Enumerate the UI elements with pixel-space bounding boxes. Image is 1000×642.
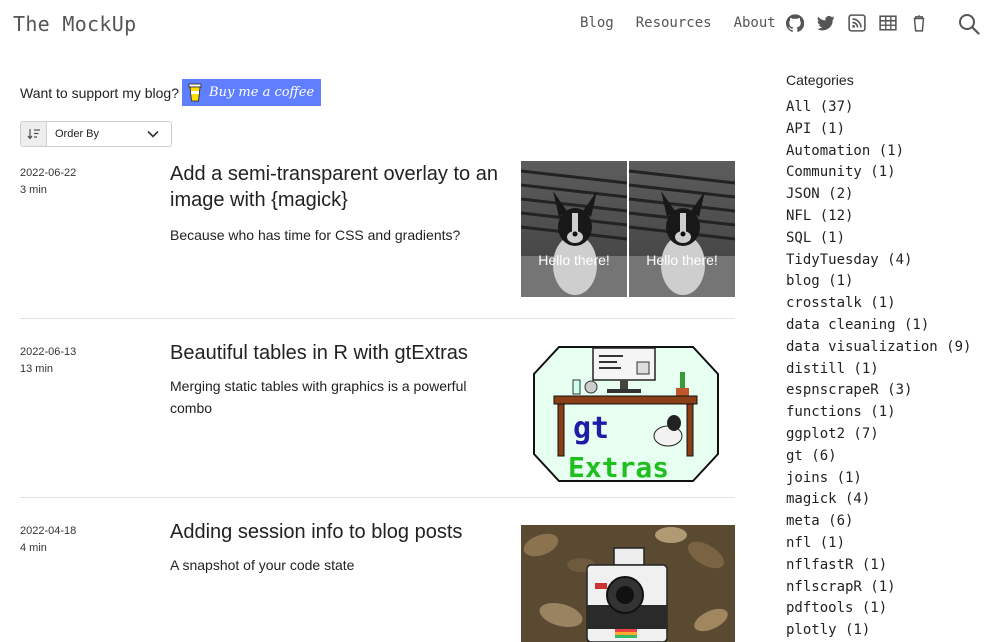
category-item[interactable]: Community (1) (786, 162, 996, 184)
post-description: A snapshot of your code state (170, 557, 355, 573)
post-title[interactable]: Adding session info to blog posts (170, 519, 500, 545)
github-icon[interactable] (786, 14, 804, 32)
nav-link-about[interactable]: About (734, 15, 776, 31)
thumb-overlay-text: Hello there! (646, 252, 718, 268)
camera-photo (521, 525, 735, 642)
dog-photo-right: Hello there! (628, 161, 735, 297)
post-thumbnail[interactable]: Hello there! Hello there! (521, 161, 735, 297)
support-text: Want to support my blog? (20, 84, 180, 101)
rss-icon[interactable] (848, 14, 866, 32)
post-date: 2022-06-13 (20, 346, 77, 358)
post-title[interactable]: Beautiful tables in R with gtExtras (170, 340, 500, 366)
post-description: Because who has time for CSS and gradien… (170, 227, 461, 243)
category-item[interactable]: meta (6) (786, 511, 996, 533)
coffee-cup-icon (188, 83, 202, 102)
order-by-select[interactable]: Order By (20, 121, 172, 147)
category-item[interactable]: magick (4) (786, 489, 996, 511)
category-item[interactable]: JSON (2) (786, 184, 996, 206)
post-item[interactable]: 2022-06-13 13 min Beautiful tables in R … (20, 342, 735, 482)
category-item[interactable]: distill (1) (786, 359, 996, 381)
thumb-overlay-text: Hello there! (538, 252, 610, 268)
category-item[interactable]: data cleaning (1) (786, 315, 996, 337)
post-divider (20, 318, 735, 319)
support-banner: Want to support my blog? Buy me a coffee (20, 79, 322, 106)
categories-title: Categories (786, 72, 854, 88)
dog-photo-left: Hello there! (521, 161, 628, 297)
categories-sidebar: Categories All (37) API (1) Automation (… (786, 72, 996, 642)
category-item[interactable]: TidyTuesday (4) (786, 250, 996, 272)
nav-link-resources[interactable]: Resources (636, 15, 712, 31)
extras-logo-text: Extras (568, 451, 669, 482)
site-brand[interactable]: The MockUp (13, 12, 136, 36)
category-item[interactable]: nflscrapR (1) (786, 577, 996, 599)
post-date: 2022-06-22 (20, 167, 77, 179)
category-item[interactable]: blog (1) (786, 271, 996, 293)
chevron-down-icon (147, 130, 159, 138)
category-item[interactable]: data visualization (9) (786, 337, 996, 359)
post-divider (20, 497, 735, 498)
nav-link-blog[interactable]: Blog (580, 15, 614, 31)
category-item[interactable]: NFL (12) (786, 206, 996, 228)
category-item[interactable]: gt (6) (786, 446, 996, 468)
category-item[interactable]: espnscrapeR (3) (786, 380, 996, 402)
search-icon[interactable] (958, 13, 980, 35)
gt-logo-text: gt (573, 411, 609, 446)
order-by-label: Order By (55, 128, 100, 140)
post-thumbnail[interactable] (521, 525, 735, 642)
nav-icons (786, 14, 941, 32)
category-item[interactable]: All (37) (786, 97, 996, 119)
post-description: Merging static tables with graphics is a… (170, 378, 467, 416)
category-item[interactable]: SQL (1) (786, 228, 996, 250)
post-item[interactable]: 2022-04-18 4 min Adding session info to … (20, 521, 735, 642)
category-item[interactable]: crosstalk (1) (786, 293, 996, 315)
category-item[interactable]: Automation (1) (786, 141, 996, 163)
category-item[interactable]: joins (1) (786, 468, 996, 490)
category-item[interactable]: pdftools (1) (786, 598, 996, 620)
sort-icon (21, 122, 47, 146)
navbar: The MockUp Blog Resources About (0, 0, 1000, 50)
category-item[interactable]: API (1) (786, 119, 996, 141)
post-title[interactable]: Add a semi-transparent overlay to an ima… (170, 161, 500, 213)
post-thumbnail[interactable]: gt Extras (533, 346, 719, 482)
buy-me-a-coffee-button[interactable]: Buy me a coffee (182, 79, 322, 106)
category-item[interactable]: functions (1) (786, 402, 996, 424)
nav-links: Blog Resources About (580, 15, 792, 31)
table-icon[interactable] (879, 14, 897, 32)
category-item[interactable]: nflfastR (1) (786, 555, 996, 577)
post-read-time: 13 min (20, 363, 54, 375)
twitter-icon[interactable] (817, 14, 835, 32)
post-date: 2022-04-18 (20, 525, 77, 537)
category-item[interactable]: ggplot2 (7) (786, 424, 996, 446)
post-read-time: 4 min (20, 542, 47, 554)
category-item[interactable]: plotly (1) (786, 620, 996, 642)
post-read-time: 3 min (20, 184, 47, 196)
post-item[interactable]: 2022-06-22 3 min Add a semi-transparent … (20, 161, 735, 303)
coffee-button-label: Buy me a coffee (209, 85, 315, 100)
category-item[interactable]: nfl (1) (786, 533, 996, 555)
cup-icon[interactable] (910, 14, 928, 32)
